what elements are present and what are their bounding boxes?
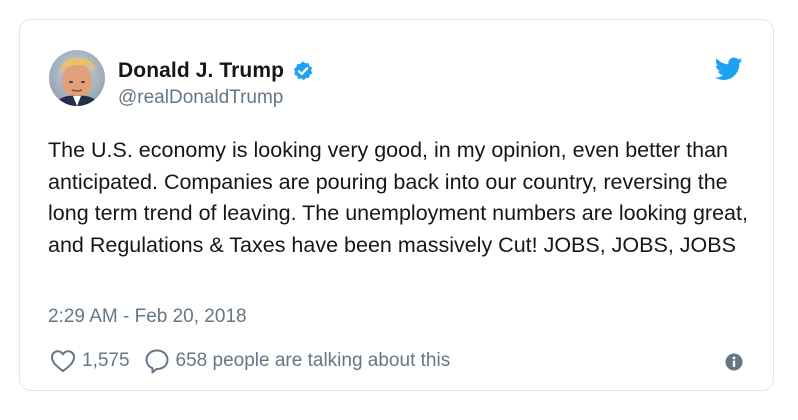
author-name-row[interactable]: Donald J. Trump	[118, 58, 314, 84]
author-handle[interactable]: @realDonaldTrump	[118, 87, 283, 109]
display-name[interactable]: Donald J. Trump	[118, 59, 284, 83]
tweet-card[interactable]: Donald J. Trump @realDonaldTrump The U.S…	[19, 19, 774, 391]
verified-badge-icon	[292, 60, 314, 82]
twitter-bird-icon[interactable]	[714, 57, 743, 81]
reply-button[interactable]: 658 people are talking about this	[144, 348, 451, 374]
tweet-text: The U.S. economy is looking very good, i…	[48, 138, 748, 257]
tweet-timestamp[interactable]: 2:29 AM - Feb 20, 2018	[48, 306, 247, 328]
like-button[interactable]: 1,575	[50, 349, 130, 373]
engagement-bar: 1,575 658 people are talking about this	[50, 348, 450, 374]
profile-photo-icon	[49, 50, 105, 106]
info-icon[interactable]	[725, 353, 743, 371]
like-count: 1,575	[82, 350, 130, 371]
avatar[interactable]	[49, 50, 105, 106]
speech-bubble-icon	[144, 348, 170, 374]
heart-icon	[50, 349, 76, 373]
talking-count: 658 people are talking about this	[175, 350, 451, 371]
